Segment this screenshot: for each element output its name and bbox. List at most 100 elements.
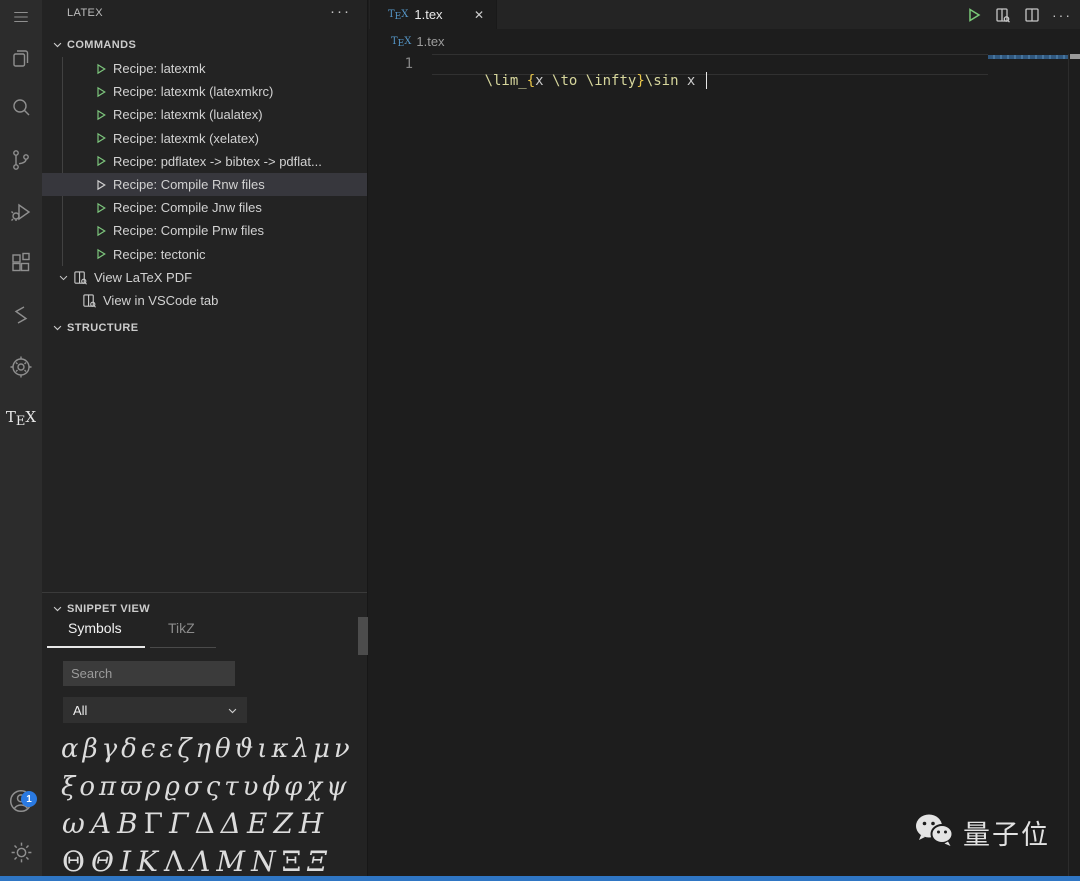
bug-target-icon[interactable] bbox=[0, 346, 42, 388]
symbol-button[interactable]: ς bbox=[204, 773, 223, 802]
code-token: \lim_ bbox=[485, 73, 527, 89]
settings-gear-icon[interactable] bbox=[0, 831, 42, 873]
symbol-button[interactable]: η bbox=[193, 735, 213, 764]
symbol-button[interactable]: ν bbox=[332, 735, 352, 764]
symbol-button[interactable]: φ bbox=[282, 773, 304, 802]
symbol-button[interactable]: μ bbox=[311, 735, 332, 764]
structure-section-header[interactable]: STRUCTURE bbox=[42, 316, 367, 339]
recipe-item[interactable]: Recipe: Compile Pnw files bbox=[42, 219, 367, 242]
symbol-button[interactable]: Z bbox=[270, 809, 295, 840]
symbol-button[interactable]: θ bbox=[213, 735, 233, 764]
symbol-button[interactable]: M bbox=[213, 847, 248, 878]
symbol-button[interactable]: Θ bbox=[59, 847, 88, 878]
run-recipe-play-icon bbox=[95, 109, 107, 121]
split-editor-icon[interactable] bbox=[1023, 6, 1040, 23]
tab-tikz[interactable]: TikZ bbox=[168, 620, 195, 636]
tree-item-view-latex-pdf[interactable]: View LaTeX PDF bbox=[42, 266, 367, 289]
run-debug-icon[interactable] bbox=[0, 191, 42, 233]
symbol-button[interactable]: ο bbox=[77, 773, 97, 802]
recipe-item[interactable]: Recipe: Compile Rnw files bbox=[42, 173, 367, 196]
symbol-button[interactable]: ϱ bbox=[163, 773, 182, 802]
symbol-button[interactable]: H bbox=[296, 809, 326, 840]
recipe-item[interactable]: Recipe: latexmk (latexmkrc) bbox=[42, 80, 367, 103]
close-icon[interactable]: ✕ bbox=[474, 8, 484, 22]
symbol-button[interactable]: Θ bbox=[88, 847, 117, 878]
pdf-preview-icon bbox=[73, 270, 88, 285]
search-icon[interactable] bbox=[0, 87, 42, 129]
symbol-button[interactable]: E bbox=[244, 809, 270, 840]
symbol-button[interactable]: A bbox=[88, 809, 114, 840]
tree-item-view-in-vscode-tab[interactable]: View in VSCode tab bbox=[42, 289, 367, 312]
code-token: \infty bbox=[586, 73, 637, 89]
code-editor[interactable]: 1 \lim_{x \to \infty}\sin x bbox=[369, 54, 1080, 876]
symbol-button[interactable]: τ bbox=[222, 773, 240, 802]
symbol-button[interactable]: γ bbox=[100, 735, 120, 764]
latex-workshop-icon[interactable]: TEX bbox=[0, 396, 42, 438]
symbol-button[interactable]: Γ bbox=[166, 809, 191, 840]
symbol-button[interactable]: ϑ bbox=[233, 735, 256, 764]
symbol-button[interactable]: ψ bbox=[324, 773, 348, 802]
symbol-button[interactable]: K bbox=[134, 847, 161, 878]
recipe-item[interactable]: Recipe: pdflatex -> bibtex -> pdflat... bbox=[42, 150, 367, 173]
symbol-button[interactable]: δ bbox=[119, 735, 139, 764]
symbol-button[interactable]: υ bbox=[241, 773, 261, 802]
commands-section-header[interactable]: COMMANDS bbox=[42, 33, 367, 56]
recipe-item[interactable]: Recipe: tectonic bbox=[42, 243, 367, 266]
account-icon[interactable]: 1 bbox=[0, 780, 42, 822]
symbol-button[interactable]: λ bbox=[291, 735, 311, 764]
symbol-button[interactable]: Δ bbox=[218, 809, 244, 840]
code-angles-icon[interactable] bbox=[0, 294, 42, 336]
symbol-button[interactable]: ι bbox=[255, 735, 269, 764]
extensions-icon[interactable] bbox=[0, 242, 42, 284]
overview-ruler-cursor-mark[interactable] bbox=[1070, 54, 1080, 59]
view-latex-pdf-icon[interactable] bbox=[994, 6, 1011, 23]
symbol-row: ωABΓΓΔΔEZH bbox=[59, 802, 359, 840]
recipe-item[interactable]: Recipe: latexmk (lualatex) bbox=[42, 103, 367, 126]
snippet-view-section-header[interactable]: SNIPPET VIEW bbox=[42, 597, 367, 620]
symbol-button[interactable]: κ bbox=[269, 735, 290, 764]
symbol-button[interactable]: χ bbox=[304, 773, 324, 802]
symbol-button[interactable]: ϕ bbox=[260, 773, 282, 802]
symbol-button[interactable]: B bbox=[114, 809, 141, 840]
symbol-category-dropdown[interactable]: All bbox=[63, 697, 247, 723]
symbol-button[interactable]: I bbox=[117, 847, 134, 878]
symbol-button[interactable]: β bbox=[81, 735, 100, 764]
code-token bbox=[577, 73, 585, 89]
tab-1tex[interactable]: TEX 1.tex ✕ bbox=[370, 0, 497, 29]
latex-sidebar: LATEX ··· COMMANDS Recipe: latexmkRecipe… bbox=[42, 0, 368, 876]
symbol-button[interactable]: Λ bbox=[187, 847, 213, 878]
breadcrumb[interactable]: TEX 1.tex bbox=[369, 29, 1080, 54]
symbol-button[interactable]: ϖ bbox=[118, 773, 143, 802]
symbol-button[interactable]: Δ bbox=[192, 809, 218, 840]
symbol-button[interactable]: Ξ bbox=[279, 847, 305, 878]
sidebar-more-icon[interactable]: ··· bbox=[330, 3, 351, 20]
symbol-button[interactable]: Λ bbox=[161, 847, 187, 878]
menu-icon[interactable] bbox=[0, 0, 42, 38]
tab-symbols[interactable]: Symbols bbox=[68, 620, 122, 636]
explorer-icon[interactable] bbox=[0, 37, 42, 79]
recipe-item[interactable]: Recipe: latexmk bbox=[42, 57, 367, 80]
recipe-item[interactable]: Recipe: latexmk (xelatex) bbox=[42, 127, 367, 150]
recipe-item[interactable]: Recipe: Compile Jnw files bbox=[42, 196, 367, 219]
chevron-down-icon bbox=[52, 39, 63, 50]
symbol-button[interactable]: σ bbox=[182, 773, 204, 802]
build-latex-play-icon[interactable] bbox=[965, 6, 982, 23]
symbol-button[interactable]: ζ bbox=[175, 735, 193, 764]
run-recipe-play-icon bbox=[95, 202, 107, 214]
source-control-icon[interactable] bbox=[0, 139, 42, 181]
symbol-button[interactable]: ρ bbox=[143, 773, 162, 802]
symbol-button[interactable]: ξ bbox=[59, 773, 77, 802]
more-actions-icon[interactable]: ··· bbox=[1052, 7, 1072, 23]
symbol-button[interactable]: ε bbox=[157, 735, 175, 764]
symbol-search-input[interactable] bbox=[63, 661, 235, 686]
symbol-button[interactable]: α bbox=[59, 735, 81, 764]
symbol-button[interactable]: ϵ bbox=[139, 735, 158, 764]
sidebar-scrollbar-thumb[interactable] bbox=[358, 617, 368, 655]
symbol-button[interactable]: N bbox=[248, 847, 279, 878]
chevron-down-icon bbox=[58, 272, 69, 283]
symbol-button[interactable]: π bbox=[97, 773, 118, 802]
symbol-button[interactable]: ω bbox=[59, 809, 88, 840]
symbol-button[interactable]: Γ bbox=[141, 809, 166, 840]
symbol-button[interactable]: Ξ bbox=[304, 847, 330, 878]
watermark-text: 量子位 bbox=[963, 813, 1050, 852]
